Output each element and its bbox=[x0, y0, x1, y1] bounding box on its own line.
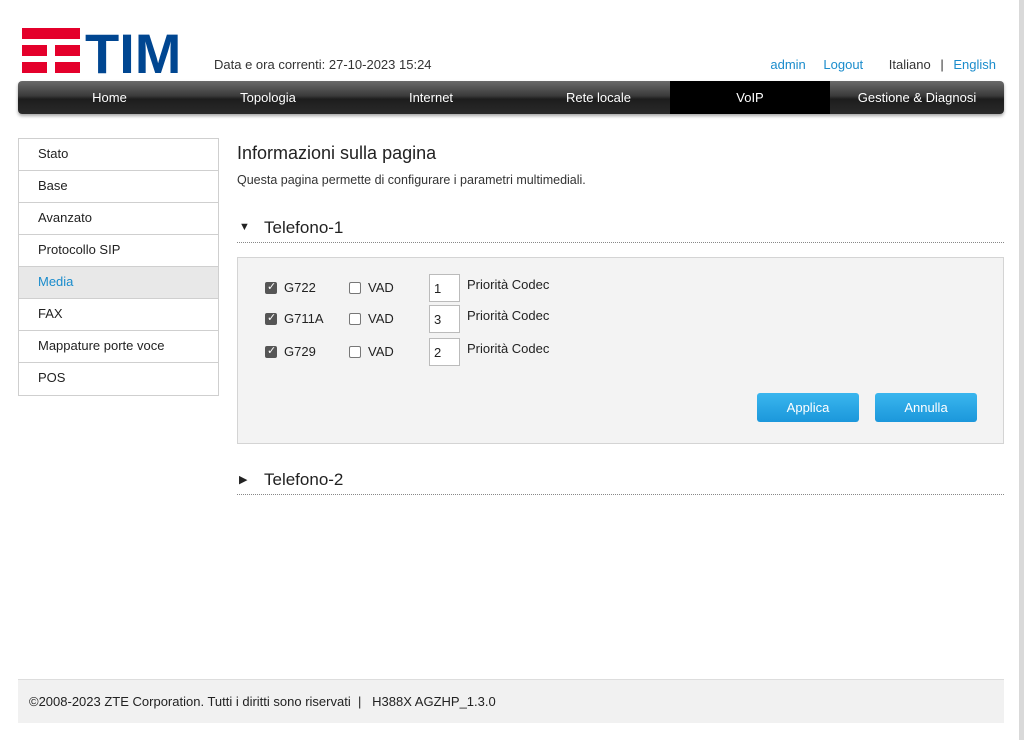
codec-g711a-label: G711A bbox=[284, 311, 324, 326]
priority-g711a-input[interactable] bbox=[429, 305, 460, 333]
codec-row-g729: G729 VAD Priorità Codec bbox=[265, 338, 765, 366]
sidebar-item-media[interactable]: Media bbox=[19, 267, 218, 299]
codec-g729-label: G729 bbox=[284, 344, 316, 359]
current-datetime: Data e ora correnti: 27-10-2023 15:24 bbox=[214, 57, 432, 72]
sidebar-item-pos[interactable]: POS bbox=[19, 363, 218, 395]
codec-g722-label: G722 bbox=[284, 280, 316, 295]
nav-rete-locale[interactable]: Rete locale bbox=[527, 81, 670, 114]
main-content: Informazioni sulla pagina Questa pagina … bbox=[237, 140, 1004, 495]
user-link[interactable]: admin bbox=[770, 57, 805, 72]
vad-g722-checkbox[interactable] bbox=[349, 282, 361, 294]
codec-g711a-checkbox[interactable] bbox=[265, 311, 277, 325]
codec-g722-checkbox[interactable] bbox=[265, 280, 277, 294]
telefono-1-panel: G722 VAD Priorità Codec G711A VAD Priori… bbox=[237, 257, 1004, 444]
vad-g711a-checkbox[interactable] bbox=[349, 313, 361, 325]
page-title: Informazioni sulla pagina bbox=[237, 143, 437, 163]
vad-g711a-label: VAD bbox=[368, 311, 394, 326]
main-nav: Home Topologia Internet Rete locale VoIP… bbox=[18, 81, 1004, 114]
vad-g729-checkbox[interactable] bbox=[349, 346, 361, 358]
priority-g722-label: Priorità Codec bbox=[467, 277, 550, 292]
page-description: Questa pagina permette di configurare i … bbox=[237, 173, 586, 187]
section-telefono-1-label: Telefono-1 bbox=[264, 218, 344, 237]
section-telefono-2-header[interactable]: ▶ Telefono-2 bbox=[237, 465, 1004, 495]
priority-g729-input[interactable] bbox=[429, 338, 460, 366]
section-telefono-2-label: Telefono-2 bbox=[264, 470, 344, 489]
apply-button[interactable]: Applica bbox=[757, 393, 859, 422]
priority-g711a-label: Priorità Codec bbox=[467, 308, 550, 323]
sidebar-item-fax[interactable]: FAX bbox=[19, 299, 218, 331]
lang-english[interactable]: English bbox=[953, 57, 996, 72]
nav-gestione-diagnosi[interactable]: Gestione & Diagnosi bbox=[830, 81, 1004, 114]
sidebar: Stato Base Avanzato Protocollo SIP Media… bbox=[18, 138, 219, 396]
codec-g729-checkbox[interactable] bbox=[265, 344, 277, 358]
sidebar-item-protocollo-sip[interactable]: Protocollo SIP bbox=[19, 235, 218, 267]
codec-row-g722: G722 VAD Priorità Codec bbox=[265, 274, 765, 302]
top-links: admin Logout Italiano | English bbox=[770, 57, 996, 72]
footer-copyright: ©2008-2023 ZTE Corporation. Tutti i diri… bbox=[29, 694, 496, 709]
cancel-button[interactable]: Annulla bbox=[875, 393, 977, 422]
section-telefono-1-header[interactable]: ▼ Telefono-1 bbox=[237, 213, 1004, 243]
footer: ©2008-2023 ZTE Corporation. Tutti i diri… bbox=[18, 679, 1004, 723]
vad-g722-label: VAD bbox=[368, 280, 394, 295]
sidebar-item-avanzato[interactable]: Avanzato bbox=[19, 203, 218, 235]
sidebar-item-mappature-porte-voce[interactable]: Mappature porte voce bbox=[19, 331, 218, 363]
logout-link[interactable]: Logout bbox=[823, 57, 863, 72]
lang-separator: | bbox=[940, 57, 944, 72]
vad-g729-label: VAD bbox=[368, 344, 394, 359]
logo-text: TIM bbox=[85, 28, 181, 74]
page-scrollbar[interactable] bbox=[1019, 0, 1024, 740]
nav-topologia[interactable]: Topologia bbox=[201, 81, 335, 114]
sidebar-item-base[interactable]: Base bbox=[19, 171, 218, 203]
codec-row-g711a: G711A VAD Priorità Codec bbox=[265, 305, 765, 333]
nav-internet[interactable]: Internet bbox=[335, 81, 527, 114]
nav-voip[interactable]: VoIP bbox=[670, 81, 830, 114]
nav-home[interactable]: Home bbox=[18, 81, 201, 114]
header: TIM Data e ora correnti: 27-10-2023 15:2… bbox=[0, 0, 1019, 80]
priority-g722-input[interactable] bbox=[429, 274, 460, 302]
triangle-right-icon: ▶ bbox=[239, 474, 248, 486]
sidebar-item-stato[interactable]: Stato bbox=[19, 139, 218, 171]
triangle-down-icon: ▼ bbox=[239, 221, 250, 233]
tim-logo: TIM bbox=[22, 28, 181, 74]
priority-g729-label: Priorità Codec bbox=[467, 341, 550, 356]
lang-italiano[interactable]: Italiano bbox=[889, 57, 931, 72]
